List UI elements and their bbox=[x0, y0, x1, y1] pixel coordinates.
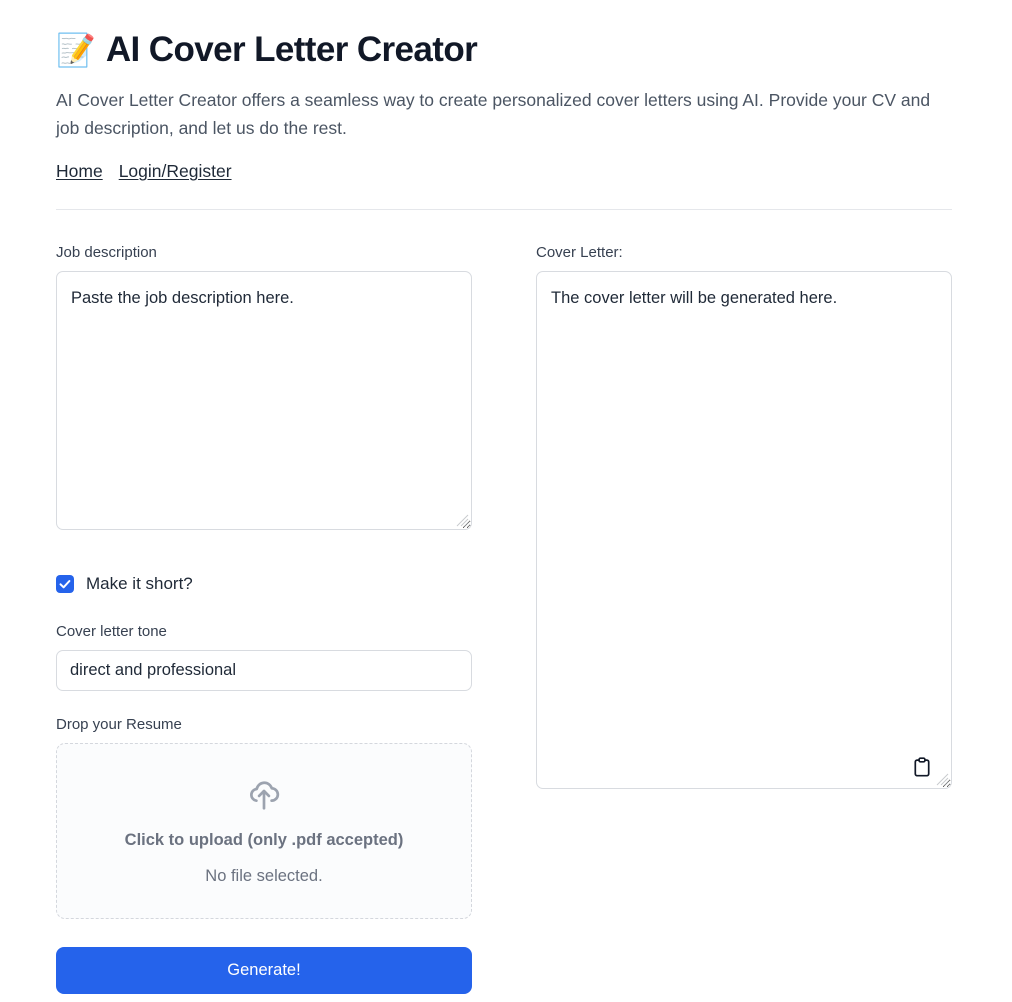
job-description-input[interactable] bbox=[56, 271, 472, 531]
resume-upload-status: No file selected. bbox=[205, 867, 323, 886]
check-icon bbox=[59, 580, 71, 589]
page-title: 📝 AI Cover Letter Creator bbox=[56, 0, 952, 70]
right-column: Cover Letter: bbox=[536, 243, 952, 994]
form-columns: Job description Paste the job descriptio… bbox=[56, 243, 952, 995]
make-it-short-row[interactable]: Make it short? bbox=[56, 574, 472, 594]
header-divider bbox=[56, 209, 952, 211]
clipboard-icon[interactable] bbox=[913, 757, 931, 777]
page-intro-text: AI Cover Letter Creator offers a seamles… bbox=[56, 90, 931, 139]
cover-letter-label: Cover Letter: bbox=[536, 244, 623, 262]
resume-upload-block: Drop your Resume Click to upload (only .… bbox=[56, 715, 472, 920]
left-column: Job description Paste the job descriptio… bbox=[56, 243, 472, 995]
nav-link-home[interactable]: Home bbox=[56, 161, 103, 182]
generate-button[interactable]: Generate! bbox=[56, 947, 472, 995]
cover-letter-wrap bbox=[536, 271, 952, 790]
resume-upload-cta: Click to upload (only .pdf accepted) bbox=[124, 831, 404, 850]
app-page: 📝 AI Cover Letter Creator AI Cover Lette… bbox=[0, 0, 1012, 1002]
tone-label: Cover letter tone bbox=[56, 623, 167, 641]
job-description-label: Job description bbox=[56, 244, 157, 262]
tone-input[interactable] bbox=[56, 650, 472, 692]
tone-block: Cover letter tone bbox=[56, 622, 472, 692]
page-container: 📝 AI Cover Letter Creator AI Cover Lette… bbox=[56, 0, 952, 995]
make-it-short-checkbox[interactable] bbox=[56, 575, 74, 594]
make-it-short-label[interactable]: Make it short? bbox=[86, 574, 193, 594]
resume-dropzone[interactable]: Click to upload (only .pdf accepted) No … bbox=[56, 743, 472, 920]
cover-letter-output[interactable] bbox=[536, 271, 952, 790]
main-nav: Home Login/Register bbox=[56, 161, 952, 182]
page-title-text: AI Cover Letter Creator bbox=[105, 30, 478, 69]
cloud-upload-icon bbox=[250, 781, 280, 810]
resume-upload-label: Drop your Resume bbox=[56, 716, 182, 734]
memo-emoji: 📝 bbox=[56, 32, 96, 69]
nav-link-login-register[interactable]: Login/Register bbox=[119, 161, 232, 182]
job-description-wrap bbox=[56, 271, 472, 531]
